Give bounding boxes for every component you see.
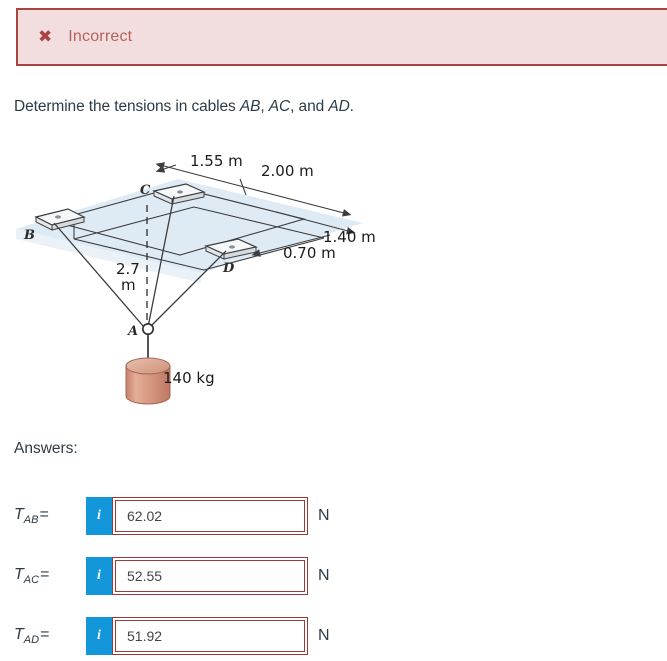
answer-subscript-ac: AC <box>23 574 40 587</box>
answer-label-ab: TAB= <box>14 506 86 526</box>
dim-0-70-label: 0.70 m <box>283 244 336 262</box>
incorrect-alert-banner: ✖ Incorrect <box>16 8 667 66</box>
alert-status-text: Incorrect <box>68 28 133 45</box>
prompt-end: . <box>349 98 354 115</box>
answers-heading: Answers: <box>14 440 78 457</box>
answer-subscript-ab: AB <box>23 514 39 527</box>
node-label-a: A <box>126 324 138 339</box>
dim-2-00-label: 2.00 m <box>261 162 314 180</box>
prompt-cable-ab: AB <box>239 98 261 115</box>
info-icon[interactable]: i <box>86 497 112 535</box>
node-label-c: C <box>140 183 151 198</box>
answer-input-ad[interactable] <box>115 620 305 652</box>
answer-input-wrap-ad <box>112 617 308 655</box>
node-label-b: B <box>23 228 35 243</box>
answer-equals-ab: = <box>39 505 49 523</box>
answer-row-ad: TAD= i N <box>14 616 330 656</box>
answer-equals-ad: = <box>40 625 50 643</box>
prompt-lead: Determine the tensions in cables <box>14 98 240 115</box>
answer-symbol-ac: T <box>14 565 24 583</box>
info-icon[interactable]: i <box>86 557 112 595</box>
answer-label-ad: TAD= <box>14 626 86 646</box>
answer-equals-ac: = <box>40 565 50 583</box>
ring-node-a <box>142 323 155 336</box>
prompt-cable-ac: AC <box>268 98 291 115</box>
answer-label-ac: TAC= <box>14 566 86 586</box>
prompt-sep-2: , and <box>290 98 329 115</box>
answer-subscript-ad: AD <box>23 634 40 647</box>
answer-input-ac[interactable] <box>115 560 305 592</box>
x-mark-icon: ✖ <box>38 26 53 47</box>
node-label-d: D <box>222 261 235 276</box>
dim-height-label-line2: m <box>121 276 136 294</box>
mass-label: 140 kg <box>163 369 215 387</box>
answer-unit-ab: N <box>318 507 330 524</box>
answer-symbol-ad: T <box>14 625 24 643</box>
answer-input-wrap-ac <box>112 557 308 595</box>
dim-1-55-label: 1.55 m <box>190 152 243 170</box>
question-prompt: Determine the tensions in cables AB, AC,… <box>14 98 354 116</box>
answer-input-ab[interactable] <box>115 500 305 532</box>
prompt-sep-1: , <box>260 98 269 115</box>
answer-unit-ac: N <box>318 567 330 584</box>
answer-unit-ad: N <box>318 627 330 644</box>
answer-row-ab: TAB= i N <box>14 496 330 536</box>
prompt-cable-ad: AD <box>328 98 350 115</box>
answer-row-ac: TAC= i N <box>14 556 330 596</box>
answer-symbol-ab: T <box>14 505 24 523</box>
info-icon[interactable]: i <box>86 617 112 655</box>
answer-input-wrap-ab <box>112 497 308 535</box>
cables-support-diagram: B C D A 1.55 m 2.00 m 1.40 m 0.70 m 2.7 … <box>8 143 388 408</box>
